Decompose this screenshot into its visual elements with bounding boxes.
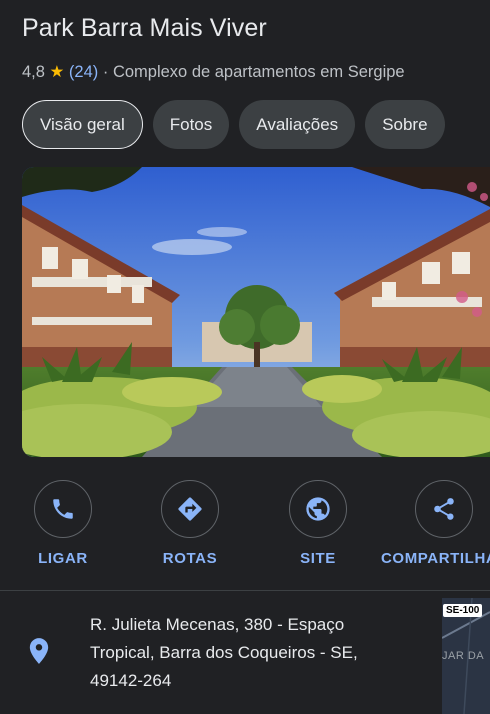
place-photo[interactable] xyxy=(22,167,490,457)
directions-action[interactable]: ROTAS xyxy=(130,480,250,567)
call-label: LIGAR xyxy=(38,550,88,567)
website-action[interactable]: SITE xyxy=(258,480,378,567)
action-bar: LIGAR ROTAS SITE COMPARTILHAR xyxy=(0,480,490,570)
share-action[interactable]: COMPARTILHAR xyxy=(381,480,490,567)
rating-value: 4,8 xyxy=(22,63,45,81)
address-text: R. Julieta Mecenas, 380 - Espaço Tropica… xyxy=(90,611,430,695)
share-icon xyxy=(434,498,454,520)
tab-photos[interactable]: Fotos xyxy=(152,100,230,149)
place-category: Complexo de apartamentos em Sergipe xyxy=(112,63,405,81)
location-pin-icon xyxy=(29,638,49,664)
tab-about[interactable]: Sobre xyxy=(365,100,445,149)
tab-reviews[interactable]: Avaliações xyxy=(239,100,356,149)
directions-icon xyxy=(178,497,202,521)
phone-icon xyxy=(53,499,73,519)
address-line-2: Tropical, Barra dos Coqueiros - SE, xyxy=(90,643,358,662)
place-title: Park Barra Mais Viver xyxy=(22,14,267,42)
directions-label: ROTAS xyxy=(162,550,218,567)
share-label: COMPARTILHAR xyxy=(381,550,490,567)
highway-shield: SE-100 xyxy=(443,604,483,617)
tab-overview[interactable]: Visão geral xyxy=(22,100,143,149)
call-action[interactable]: LIGAR xyxy=(3,480,123,567)
share-button[interactable] xyxy=(415,480,473,538)
directions-button[interactable] xyxy=(161,480,219,538)
globe-icon xyxy=(306,497,330,521)
star-icon: ★ xyxy=(49,63,65,81)
tab-bar: Visão geral Fotos Avaliações Sobre xyxy=(22,100,490,149)
website-label: SITE xyxy=(300,550,336,567)
place-meta: 4,8 ★ (24) · Complexo de apartamentos em… xyxy=(22,62,405,82)
call-button[interactable] xyxy=(34,480,92,538)
review-count-link[interactable]: (24) xyxy=(69,63,98,81)
address-row[interactable]: R. Julieta Mecenas, 380 - Espaço Tropica… xyxy=(0,591,490,714)
mini-map-thumbnail[interactable]: SE-100 JAR DA xyxy=(442,598,490,714)
address-line-1: R. Julieta Mecenas, 380 - Espaço xyxy=(90,615,345,634)
address-line-3: 49142-264 xyxy=(90,671,172,690)
website-button[interactable] xyxy=(289,480,347,538)
map-road-label: JAR DA xyxy=(442,650,485,662)
meta-separator: · xyxy=(102,63,109,81)
